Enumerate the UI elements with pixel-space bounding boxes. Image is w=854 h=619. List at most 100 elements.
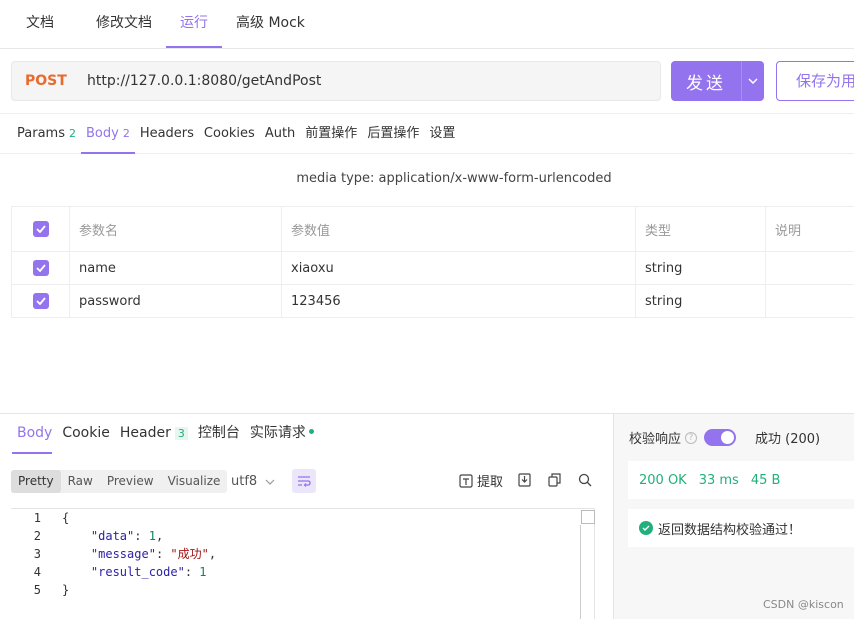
tab-post-request[interactable]: 后置操作 (362, 114, 424, 153)
url-bar[interactable]: POST http://127.0.0.1:8080/getAndPost (11, 61, 661, 101)
tab-params[interactable]: Params 2 (0, 114, 81, 153)
response-code-editor[interactable]: 1 2 3 4 5 { "data": 1, "message": "成功", … (11, 508, 595, 619)
format-preview[interactable]: Preview (100, 470, 161, 493)
param-name-cell[interactable]: name (69, 252, 281, 284)
method-select[interactable]: POST (25, 73, 87, 89)
table-header-row: 参数名 参数值 类型 说明 (11, 207, 854, 252)
send-button-label: 发送 (686, 73, 726, 94)
scrollbar-corner[interactable] (581, 510, 595, 524)
download-icon[interactable] (517, 472, 533, 488)
table-row: password 123456 string (11, 285, 854, 318)
extract-icon (459, 473, 473, 488)
param-value-cell[interactable]: 123456 (281, 285, 635, 317)
tab-headers[interactable]: Headers (135, 114, 199, 153)
column-header-desc: 说明 (765, 207, 854, 251)
chevron-down-icon[interactable] (742, 76, 764, 87)
check-icon (35, 225, 46, 233)
response-panel: Body Cookie Header 3 控制台 实际请求 Pretty Raw … (0, 413, 854, 619)
chevron-down-icon (265, 479, 275, 485)
json-value: 1 (148, 529, 156, 543)
params-table: 参数名 参数值 类型 说明 name xiaoxu string passwor… (11, 206, 854, 318)
watermark: CSDN @kiscon (763, 598, 844, 611)
validation-panel: 校验响应 ? 成功 (200) 200 OK 33 ms 45 B 返回数据结构… (613, 414, 854, 619)
param-desc-cell[interactable] (765, 252, 854, 284)
line-number: 5 (33, 583, 41, 597)
status-dot-icon (308, 429, 314, 434)
select-all-checkbox[interactable] (32, 221, 49, 237)
line-number: 3 (33, 547, 41, 561)
validation-status: 成功 (200) (755, 432, 821, 447)
row-checkbox[interactable] (32, 293, 49, 309)
extract-label: 提取 (477, 475, 504, 490)
validation-toggle[interactable] (704, 429, 737, 446)
table-row: name xiaoxu string (11, 252, 854, 285)
send-button[interactable]: 发送 (671, 61, 764, 101)
line-number-gutter: 1 2 3 4 5 (11, 509, 53, 619)
response-size: 45 B (750, 472, 781, 488)
resp-tab-actual-request[interactable]: 实际请求 (245, 414, 319, 454)
tab-advanced-mock[interactable]: 高级 Mock (222, 0, 319, 48)
search-icon[interactable] (577, 472, 593, 488)
extract-button[interactable]: 提取 (459, 471, 503, 490)
param-name-cell[interactable]: password (69, 285, 281, 317)
header-count-badge: 3 (174, 427, 188, 440)
resp-tab-cookie[interactable]: Cookie (57, 414, 115, 454)
brace-close: } (62, 583, 70, 597)
url-input[interactable]: http://127.0.0.1:8080/getAndPost (87, 73, 321, 89)
tab-body-label: Body (85, 126, 119, 141)
validation-message: 返回数据结构校验通过！ (658, 522, 802, 538)
tab-body[interactable]: Body 2 (80, 114, 135, 154)
wrap-lines-button[interactable] (292, 469, 316, 493)
format-toggle-group: Pretty Raw Preview Visualize (11, 470, 228, 493)
check-icon (35, 264, 46, 272)
json-value: "成功" (170, 547, 209, 561)
param-type-cell[interactable]: string (635, 285, 765, 317)
tab-run[interactable]: 运行 (166, 0, 222, 48)
format-raw[interactable]: Raw (61, 470, 100, 493)
format-visualize[interactable]: Visualize (161, 470, 228, 493)
format-pretty[interactable]: Pretty (11, 470, 61, 493)
resp-tab-actual-label: 实际请求 (249, 425, 306, 441)
validation-label: 校验响应 (629, 432, 682, 447)
check-circle-icon (639, 521, 653, 535)
param-value-cell[interactable]: xiaoxu (281, 252, 635, 284)
check-icon (35, 297, 46, 305)
response-body-panel: Body Cookie Header 3 控制台 实际请求 Pretty Raw … (0, 414, 612, 619)
line-number: 1 (33, 511, 41, 525)
json-key: "result_code" (90, 565, 185, 579)
editor-ruler (580, 525, 581, 619)
param-type-cell[interactable]: string (635, 252, 765, 284)
column-header-name: 参数名 (69, 207, 281, 251)
column-header-type: 类型 (635, 207, 765, 251)
json-key: "message" (90, 547, 156, 561)
encoding-select[interactable]: utf8 (231, 470, 275, 493)
response-tab-bar: Body Cookie Header 3 控制台 实际请求 (0, 414, 319, 454)
tab-docs[interactable]: 文档 (0, 0, 82, 48)
save-as-case-button[interactable]: 保存为用例 (776, 61, 854, 101)
resp-tab-header[interactable]: Header 3 (115, 414, 193, 454)
tab-cookies[interactable]: Cookies (199, 114, 260, 153)
select-all-cell (11, 207, 69, 251)
brace-open: { (62, 511, 70, 525)
code-line: "result_code": 1 (90, 565, 207, 579)
resp-tab-console[interactable]: 控制台 (193, 414, 245, 454)
tab-pre-request[interactable]: 前置操作 (300, 114, 362, 153)
param-desc-cell[interactable] (765, 285, 854, 317)
line-number: 4 (33, 565, 41, 579)
tab-edit-docs[interactable]: 修改文档 (82, 0, 166, 48)
code-line: { (62, 509, 216, 527)
wrap-icon (298, 476, 311, 487)
tab-settings[interactable]: 设置 (424, 114, 460, 153)
validation-result-card: 返回数据结构校验通过！ (628, 509, 854, 547)
copy-icon[interactable] (547, 472, 563, 488)
resp-tab-body[interactable]: Body (0, 414, 57, 454)
tab-auth[interactable]: Auth (260, 114, 300, 153)
request-tab-bar: Params 2 Body 2 Headers Cookies Auth 前置操作 … (0, 114, 854, 154)
params-count-badge: 2 (68, 127, 76, 140)
media-type-label: media type: application/x-www-form-urlen… (296, 171, 612, 186)
json-key: "data" (90, 529, 135, 543)
code-line: "data": 1, (90, 529, 164, 543)
column-header-value: 参数值 (281, 207, 635, 251)
row-checkbox[interactable] (32, 260, 49, 276)
help-icon[interactable]: ? (685, 431, 698, 444)
